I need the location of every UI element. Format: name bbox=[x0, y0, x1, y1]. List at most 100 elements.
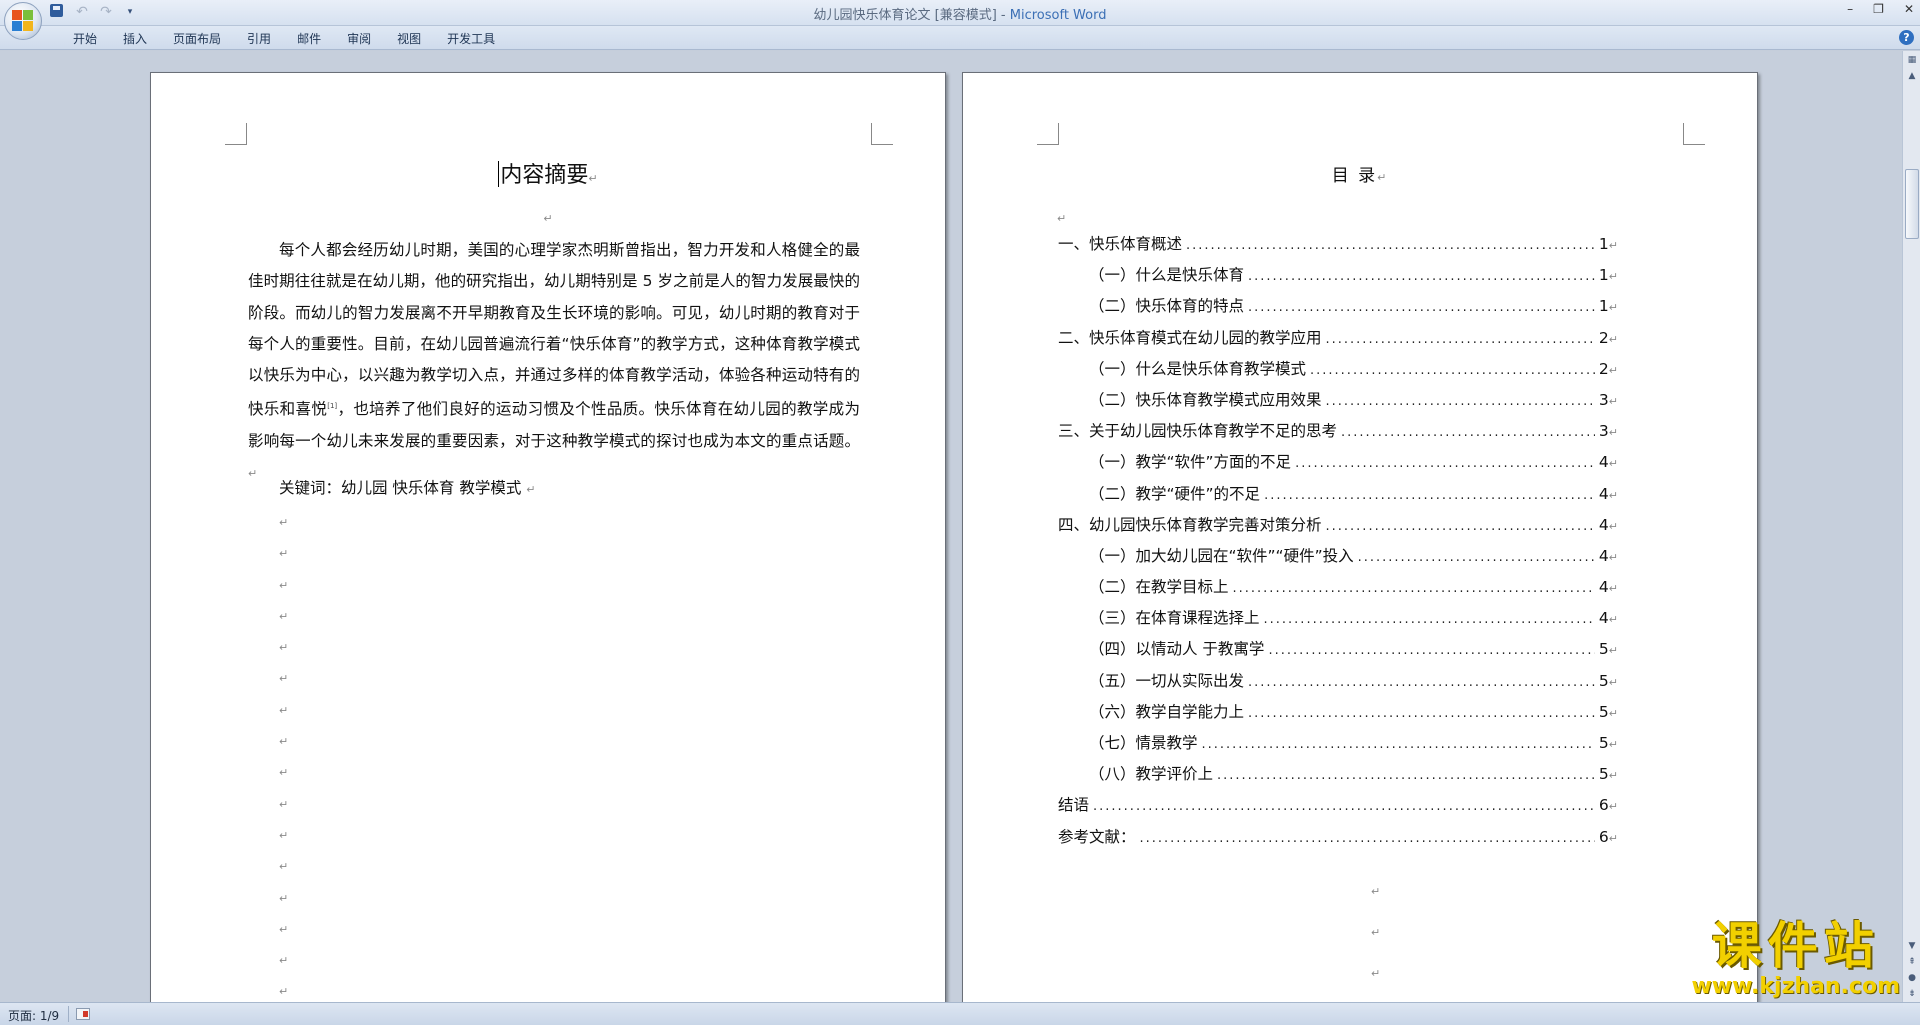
document-area[interactable]: 内容摘要↵ ↵ 每个人都会经历幼儿时期，美国的心理学家杰明斯曾指出，智力开发和人… bbox=[0, 51, 1902, 1002]
toc-leader-dots: ........................................… bbox=[1186, 238, 1595, 253]
toc-entry[interactable]: 四、幼儿园快乐体育教学完善对策分析.......................… bbox=[1058, 510, 1618, 541]
scroll-down-icon[interactable]: ▼ bbox=[1905, 939, 1919, 953]
paragraph-mark: ↵ bbox=[1608, 239, 1618, 252]
toc-entry-label: （一）什么是快乐体育教学模式 bbox=[1089, 359, 1307, 378]
empty-paragraph-list: ↵ ↵ ↵ ↵ bbox=[1371, 871, 1380, 1002]
paragraph-mark: ↵ bbox=[1371, 885, 1381, 898]
toc-entry-label: （七）情景教学 bbox=[1089, 734, 1198, 752]
paragraph-mark: ↵ bbox=[1608, 270, 1618, 284]
window-controls: – ❐ ✕ bbox=[1847, 2, 1914, 16]
toc-entry-page: 2 bbox=[1598, 359, 1609, 378]
toc-entry[interactable]: （二）在教学目标上...............................… bbox=[1058, 572, 1618, 603]
vertical-scrollbar[interactable]: ▦ ▲ ▼ ⇞ ● ⇟ bbox=[1902, 51, 1920, 1002]
paragraph-mark: ↵ bbox=[1608, 613, 1618, 627]
toc-entry-page: 3 bbox=[1598, 390, 1609, 409]
paragraph-mark: ↵ bbox=[279, 828, 289, 842]
page-title: 内容摘要↵ bbox=[151, 157, 945, 189]
tab-developer[interactable]: 开发工具 bbox=[434, 30, 508, 47]
paragraph-mark: ↵ bbox=[1608, 550, 1618, 564]
empty-paragraph: ↵ bbox=[279, 632, 288, 663]
document-title: 幼儿园快乐体育论文 [兼容模式] - bbox=[813, 8, 1010, 23]
paragraph-mark: ↵ bbox=[1608, 769, 1618, 783]
toc-entry[interactable]: （二）快乐体育的特点..............................… bbox=[1058, 291, 1618, 322]
paragraph-mark: ↵ bbox=[279, 641, 289, 655]
toc-entry-page: 4 bbox=[1598, 484, 1609, 503]
toc-leader-dots: ........................................… bbox=[1310, 362, 1595, 378]
office-button[interactable] bbox=[4, 2, 42, 40]
scroll-up-icon[interactable]: ▲ bbox=[1905, 69, 1919, 83]
minimize-icon[interactable]: – bbox=[1847, 2, 1853, 16]
status-bar: 页面: 1/9 bbox=[0, 1002, 1920, 1025]
tab-references[interactable]: 引用 bbox=[234, 30, 284, 47]
tab-view[interactable]: 视图 bbox=[384, 30, 434, 47]
keywords-text: 关键词：幼儿园 快乐体育 教学模式 bbox=[279, 479, 527, 497]
restore-icon[interactable]: ❐ bbox=[1873, 2, 1884, 16]
toc-entry[interactable]: （八）教学评价上................................… bbox=[1058, 759, 1618, 790]
toc-entry-label: 一、快乐体育概述 bbox=[1058, 235, 1183, 253]
toc-entry-label: （二）快乐体育的特点 bbox=[1089, 297, 1245, 316]
toc-entry[interactable]: （一）加大幼儿园在“软件”“硬件”投入.....................… bbox=[1058, 541, 1618, 572]
toc-entry[interactable]: 二、快乐体育模式在幼儿园的教学应用.......................… bbox=[1058, 323, 1618, 354]
tab-home[interactable]: 开始 bbox=[60, 30, 110, 47]
paragraph-mark: ↵ bbox=[1057, 212, 1067, 225]
toc-entry-label: （六）教学自学能力上 bbox=[1089, 702, 1245, 721]
tab-insert[interactable]: 插入 bbox=[110, 30, 160, 47]
toc-entry[interactable]: （二）快乐体育教学模式应用效果.........................… bbox=[1058, 385, 1618, 416]
toc-entry-label: 结语 bbox=[1058, 796, 1090, 815]
ribbon-tab-bar: 开始 插入 页面布局 引用 邮件 审阅 视图 开发工具 ? bbox=[0, 26, 1920, 50]
ruler-toggle-icon[interactable]: ▦ bbox=[1905, 53, 1919, 67]
empty-paragraph: ↵ bbox=[1371, 912, 1380, 953]
status-separator bbox=[68, 1006, 69, 1022]
page-abstract[interactable]: 内容摘要↵ ↵ 每个人都会经历幼儿时期，美国的心理学家杰明斯曾指出，智力开发和人… bbox=[150, 72, 946, 1002]
toc-entry[interactable]: （七）情景教学.................................… bbox=[1058, 728, 1618, 759]
paragraph-mark: ↵ bbox=[526, 483, 536, 496]
proofing-status-icon[interactable] bbox=[76, 1008, 90, 1020]
help-icon[interactable]: ? bbox=[1899, 30, 1914, 45]
tab-mailings[interactable]: 邮件 bbox=[284, 30, 334, 47]
next-page-icon[interactable]: ⇟ bbox=[1905, 987, 1919, 1001]
paragraph-mark: ↵ bbox=[248, 467, 258, 481]
toc-leader-dots: ........................................… bbox=[1248, 674, 1595, 690]
toc-leader-dots: ........................................… bbox=[1232, 581, 1595, 597]
toc-title: 目 录↵ bbox=[963, 161, 1757, 186]
tab-review[interactable]: 审阅 bbox=[334, 30, 384, 47]
toc-entry[interactable]: 参考文献：...................................… bbox=[1058, 822, 1618, 853]
margin-corner-mark bbox=[1683, 123, 1705, 145]
toc-entry[interactable]: （一）什么是快乐体育..............................… bbox=[1058, 260, 1618, 291]
toc-entry[interactable]: （一）什么是快乐体育教学模式..........................… bbox=[1058, 354, 1618, 385]
toc-entry-page: 4 bbox=[1598, 515, 1609, 534]
office-logo-icon bbox=[12, 10, 34, 32]
toc-entry-page: 5 bbox=[1598, 765, 1609, 784]
empty-paragraph: ↵ bbox=[279, 507, 288, 538]
toc-entry[interactable]: （四）以情动人 于教寓学............................… bbox=[1058, 634, 1618, 665]
toc-entry-page: 5 bbox=[1598, 640, 1609, 659]
toc-entry[interactable]: （三）在体育课程选择上.............................… bbox=[1058, 603, 1618, 634]
toc-leader-dots: ........................................… bbox=[1217, 768, 1595, 784]
toc-entry-page: 2 bbox=[1598, 328, 1609, 347]
close-icon[interactable]: ✕ bbox=[1904, 2, 1914, 16]
empty-paragraph: ↵ bbox=[279, 789, 288, 820]
empty-paragraph: ↵ bbox=[1371, 994, 1380, 1002]
tab-page-layout[interactable]: 页面布局 bbox=[160, 30, 234, 47]
toc-entry[interactable]: （五）一切从实际出发..............................… bbox=[1058, 666, 1618, 697]
toc-entry[interactable]: （一）教学“软件”方面的不足..........................… bbox=[1058, 447, 1618, 478]
empty-paragraph: ↵ bbox=[279, 820, 288, 851]
toc-entry-page: 5 bbox=[1598, 702, 1609, 721]
watermark-logo: 课件站 www.kjzhan.com bbox=[1691, 918, 1900, 1000]
page-indicator[interactable]: 页面: 1/9 bbox=[8, 1007, 59, 1024]
toc-entry[interactable]: （二）教学“硬件”的不足............................… bbox=[1058, 479, 1618, 510]
select-browse-object-icon[interactable]: ● bbox=[1905, 971, 1919, 985]
paragraph-mark: ↵ bbox=[1608, 738, 1618, 751]
paragraph-mark: ↵ bbox=[588, 172, 598, 185]
empty-paragraph: ↵ bbox=[279, 914, 288, 945]
empty-paragraph: ↵ bbox=[1371, 953, 1380, 994]
toc-entry[interactable]: 一、快乐体育概述................................… bbox=[1058, 229, 1618, 260]
toc-entry[interactable]: 三、关于幼儿园快乐体育教学不足的思考......................… bbox=[1058, 416, 1618, 447]
previous-page-icon[interactable]: ⇞ bbox=[1905, 955, 1919, 969]
scroll-thumb[interactable] bbox=[1905, 169, 1919, 239]
margin-corner-mark bbox=[871, 123, 893, 145]
citation-ref[interactable]: [1] bbox=[327, 402, 337, 410]
page-toc[interactable]: 目 录↵ ↵ 一、快乐体育概述.........................… bbox=[962, 72, 1758, 1002]
toc-entry[interactable]: 结语......................................… bbox=[1058, 790, 1618, 821]
toc-entry[interactable]: （六）教学自学能力上..............................… bbox=[1058, 697, 1618, 728]
